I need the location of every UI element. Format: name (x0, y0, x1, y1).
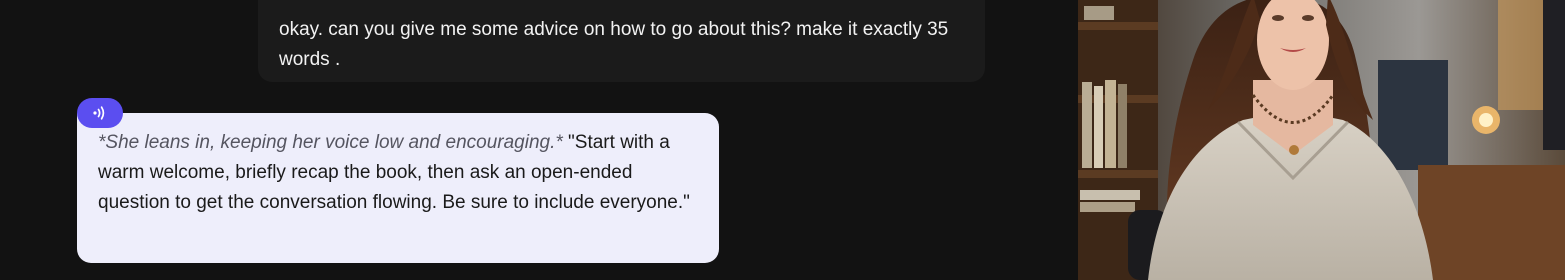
ai-message-bubble: *She leans in, keeping her voice low and… (77, 113, 719, 263)
character-portrait (1078, 0, 1565, 280)
audio-waves-icon (93, 106, 105, 120)
user-message-text: okay. can you give me some advice on how… (279, 19, 949, 70)
user-message-bubble: okay. can you give me some advice on how… (258, 0, 985, 82)
character-portrait-image (1078, 0, 1565, 280)
play-audio-button[interactable] (77, 98, 123, 128)
chat-pane: okay. can you give me some advice on how… (0, 0, 1078, 280)
ai-message-action: *She leans in, keeping her voice low and… (98, 132, 563, 153)
